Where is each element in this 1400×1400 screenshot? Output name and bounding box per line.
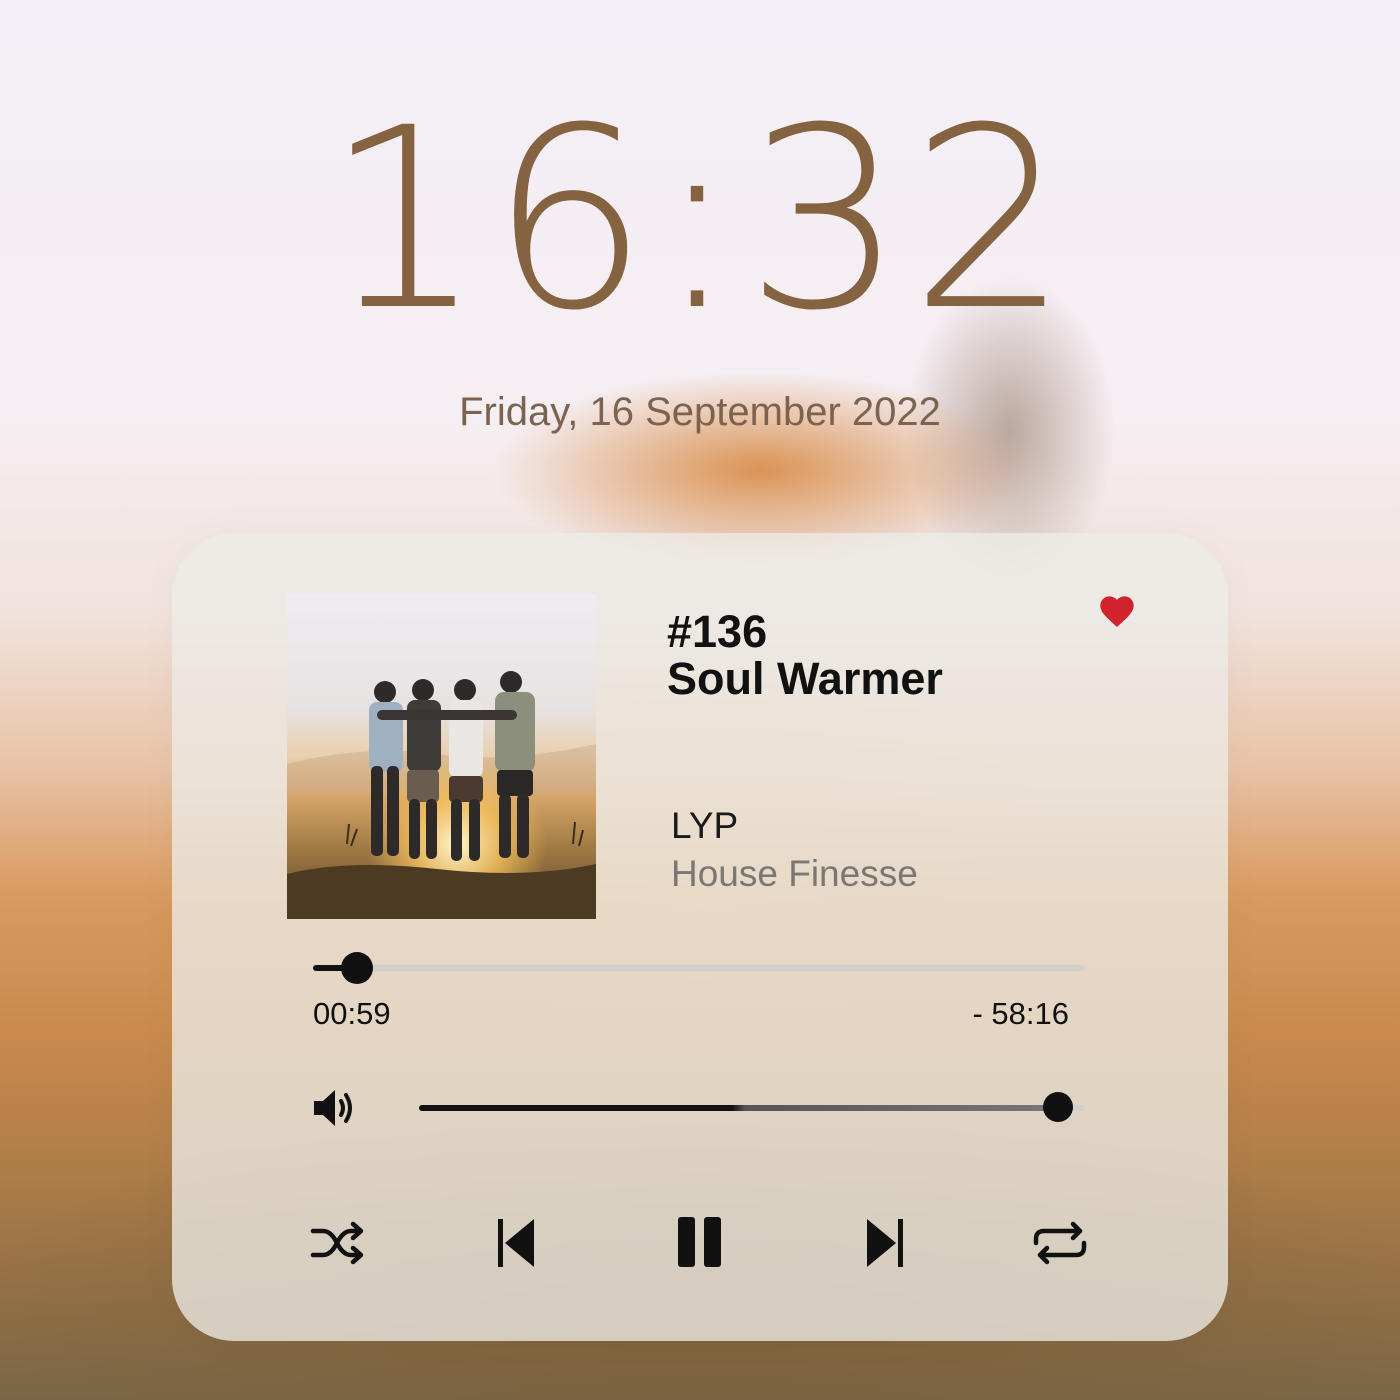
album-name[interactable]: House Finesse (671, 855, 918, 892)
like-heart-icon[interactable] (1097, 591, 1137, 631)
album-cover[interactable] (287, 594, 596, 919)
playback-progress-knob[interactable] (341, 952, 373, 984)
artist-name[interactable]: LYP (671, 807, 738, 844)
elapsed-time: 00:59 (313, 996, 391, 1031)
now-playing-card: #136 Soul Warmer LYP House Finesse 00:59… (172, 533, 1228, 1341)
next-icon[interactable] (855, 1213, 915, 1273)
volume-slider[interactable] (419, 1092, 1085, 1122)
volume-fill (419, 1105, 1058, 1111)
lockscreen-date: Friday, 16 September 2022 (459, 390, 941, 434)
volume-knob[interactable] (1043, 1092, 1073, 1122)
track-title: Soul Warmer (667, 653, 943, 704)
shuffle-icon[interactable] (309, 1213, 369, 1273)
previous-icon[interactable] (486, 1213, 546, 1273)
playback-progress-track[interactable] (313, 952, 1085, 984)
repeat-icon[interactable] (1030, 1213, 1090, 1273)
speaker-volume-icon[interactable] (312, 1084, 360, 1132)
episode-number: #136 (667, 606, 768, 657)
remaining-time: - 58:16 (972, 996, 1069, 1031)
pause-icon[interactable] (670, 1213, 730, 1273)
lockscreen-clock: 16:32 (324, 74, 1076, 365)
